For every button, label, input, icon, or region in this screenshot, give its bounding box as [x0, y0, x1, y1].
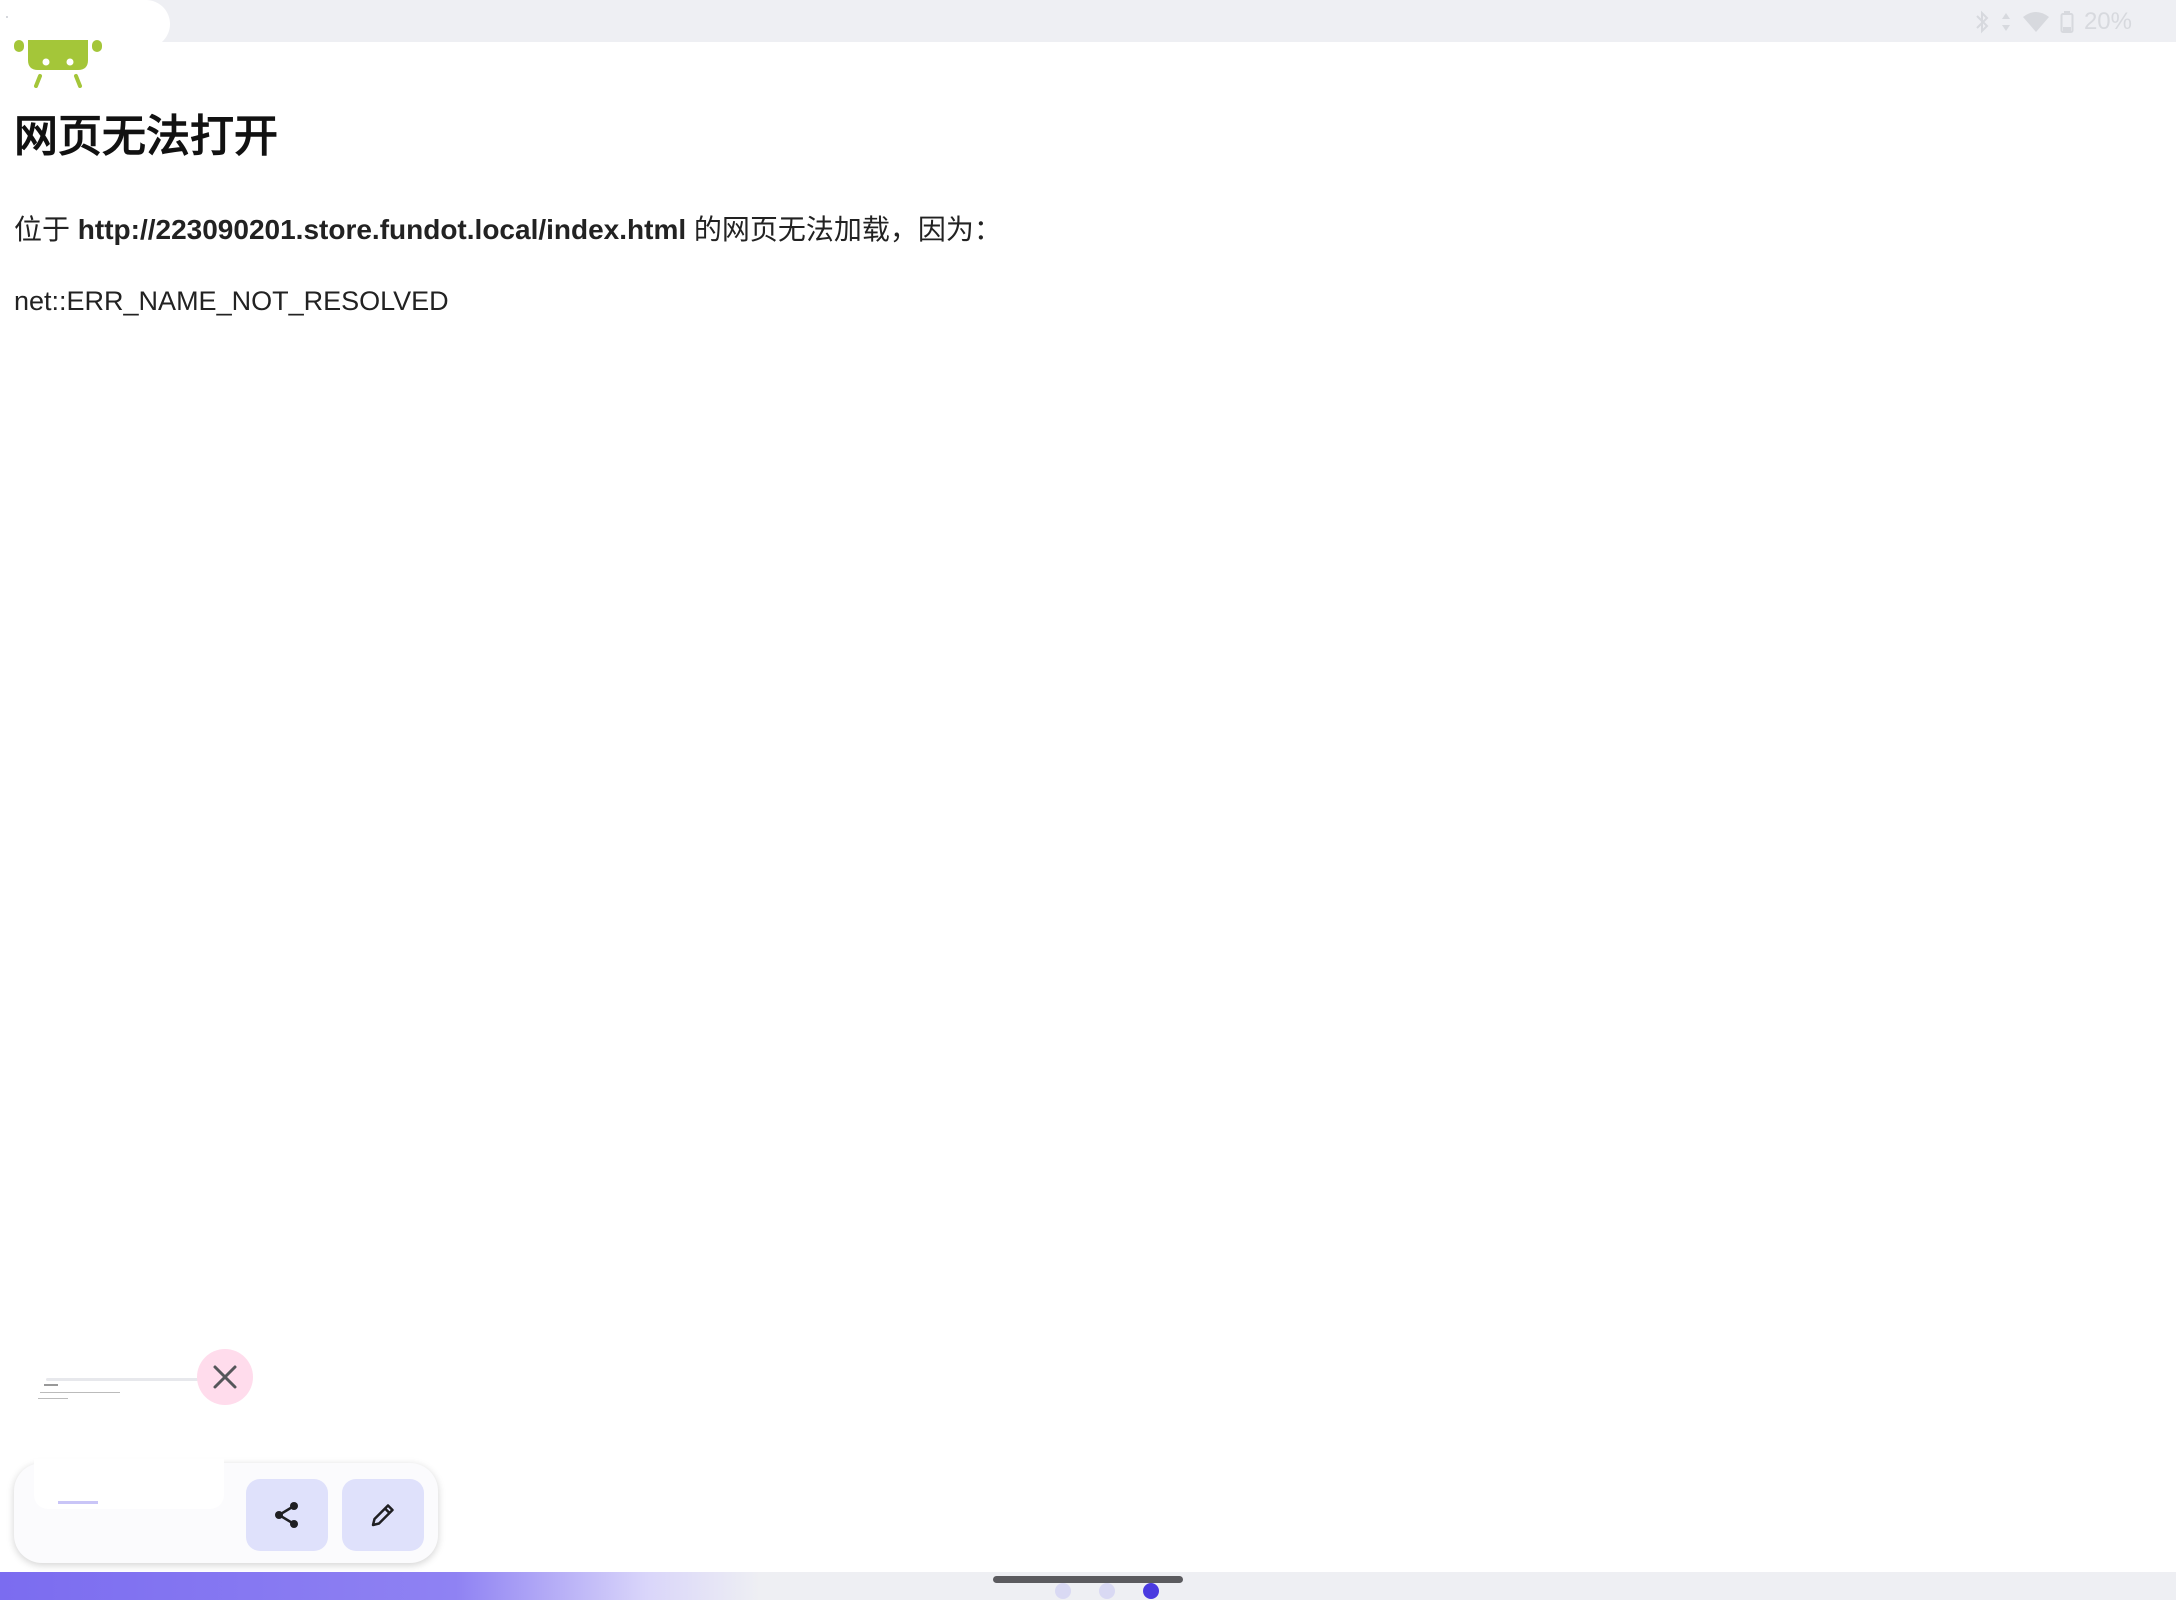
- thumbnail-text-line: [44, 1384, 58, 1386]
- page-indicator-dot[interactable]: [1055, 1583, 1071, 1599]
- thumbnail-text-line: [38, 1398, 68, 1399]
- status-clock: ·: [4, 6, 10, 26]
- error-description: 位于 http://223090201.store.fundot.local/i…: [14, 208, 1914, 248]
- description-prefix: 位于: [14, 214, 78, 245]
- description-suffix: 的网页无法加载，因为：: [686, 214, 1002, 245]
- dismiss-screenshot-button[interactable]: [197, 1349, 253, 1405]
- page-title: 网页无法打开: [14, 111, 278, 162]
- thumbnail-text-line: [58, 1501, 98, 1504]
- share-button[interactable]: [246, 1479, 328, 1551]
- screenshot-actions-panel: [14, 1459, 438, 1563]
- battery-percent: 20%: [2083, 8, 2132, 35]
- screenshot-thumbnail-lower[interactable]: [34, 1459, 224, 1509]
- edit-button[interactable]: [342, 1479, 424, 1551]
- data-arrows-icon: [2001, 13, 2010, 31]
- wifi-icon: [2022, 12, 2049, 32]
- status-icons: 20%: [1974, 8, 2132, 36]
- close-icon: [213, 1365, 237, 1389]
- error-code: net::ERR_NAME_NOT_RESOLVED: [14, 286, 449, 316]
- home-gesture-handle[interactable]: [993, 1576, 1183, 1583]
- battery-icon: [2060, 11, 2074, 33]
- failed-url: http://223090201.store.fundot.local/inde…: [77, 214, 687, 245]
- android-logo-icon: [14, 40, 102, 88]
- thumbnail-text-line: [40, 1392, 120, 1393]
- status-bar: · 20%: [0, 0, 2176, 48]
- page-indicator-dot-active[interactable]: [1143, 1583, 1159, 1599]
- page-indicator-dot[interactable]: [1099, 1583, 1115, 1599]
- share-icon: [275, 1502, 298, 1528]
- edit-icon: [371, 1504, 394, 1527]
- bluetooth-icon: [1976, 10, 1989, 34]
- navigation-accent-gradient: [0, 1572, 760, 1600]
- error-page: 网页无法打开 位于 http://223090201.store.fundot.…: [14, 100, 1914, 317]
